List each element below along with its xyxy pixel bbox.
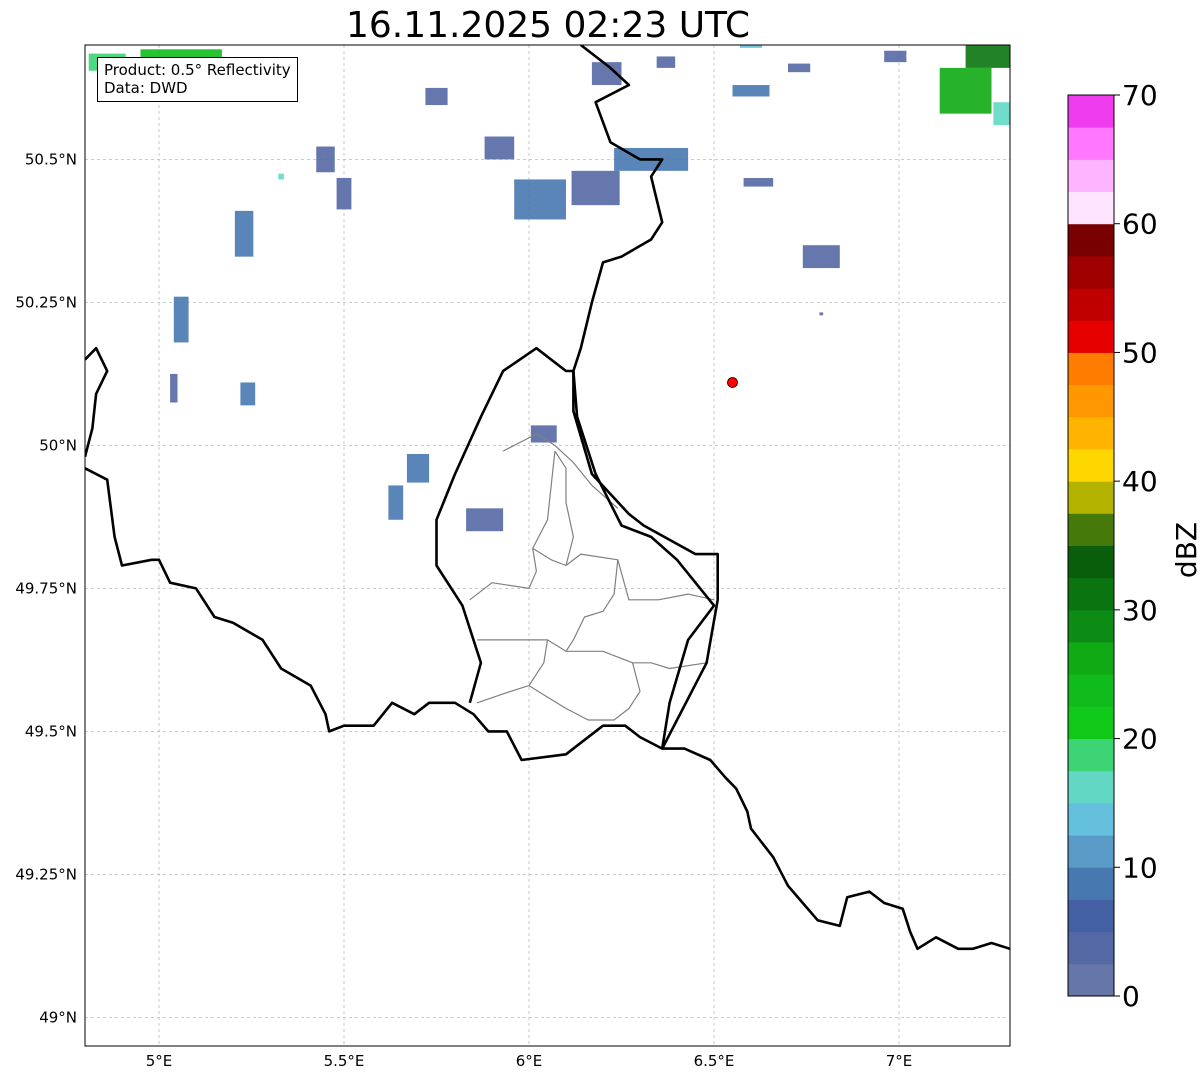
colorbar: 0 10 20 30 40 50 60 70 xyxy=(1067,80,1158,1013)
colorbar-band xyxy=(1068,867,1114,900)
radar-echo xyxy=(173,296,189,343)
radar-echo xyxy=(234,210,254,257)
radar-echo xyxy=(732,85,770,97)
radar-echo xyxy=(819,312,824,316)
radar-echo xyxy=(336,177,352,210)
colorbar-title: dBZ xyxy=(1170,522,1202,578)
colorbar-band xyxy=(1068,320,1114,353)
radar-echo xyxy=(278,173,284,180)
y-tick-label: 49.25°N xyxy=(15,865,77,883)
radar-echo xyxy=(802,245,840,269)
x-axis-ticks: 5°E 5.5°E 6°E 6.5°E 7°E xyxy=(146,1052,913,1070)
radar-echo xyxy=(406,453,430,483)
colorbar-ticks: 0 10 20 30 40 50 60 70 xyxy=(1114,80,1158,1013)
radar-echo xyxy=(788,63,811,73)
colorbar-band xyxy=(1068,545,1114,579)
colorbar-band xyxy=(1068,191,1114,225)
radar-echo xyxy=(466,508,504,532)
colorbar-band xyxy=(1068,899,1114,933)
radar-echo xyxy=(316,146,335,173)
radar-echo xyxy=(530,425,557,443)
x-tick-label: 5°E xyxy=(146,1052,173,1070)
colorbar-band xyxy=(1068,384,1114,418)
y-tick-label: 50°N xyxy=(39,436,77,454)
colorbar-band xyxy=(1068,770,1114,804)
colorbar-band xyxy=(1068,513,1114,546)
x-tick-label: 6°E xyxy=(516,1052,543,1070)
location-marker xyxy=(727,377,738,388)
colorbar-band xyxy=(1068,609,1114,643)
radar-echo xyxy=(743,177,774,187)
colorbar-band xyxy=(1068,159,1114,193)
colorbar-band xyxy=(1068,95,1114,128)
radar-echo xyxy=(388,485,404,520)
x-tick-label: 6.5°E xyxy=(694,1052,735,1070)
y-tick-label: 49°N xyxy=(39,1008,77,1026)
radar-echo xyxy=(571,170,620,206)
radar-echo xyxy=(965,45,1010,68)
colorbar-tick-label: 60 xyxy=(1122,208,1158,241)
y-tick-label: 50.5°N xyxy=(25,150,77,168)
colorbar-band xyxy=(1068,835,1114,868)
product-info-box: Product: 0.5° Reflectivity Data: DWD xyxy=(97,57,298,102)
data-source-label: Data: DWD xyxy=(104,79,188,97)
colorbar-tick-label: 40 xyxy=(1122,465,1158,498)
location-marker-layer xyxy=(727,377,738,388)
x-tick-label: 5.5°E xyxy=(324,1052,365,1070)
colorbar-band xyxy=(1068,223,1114,257)
colorbar-band xyxy=(1068,706,1114,740)
radar-echo xyxy=(993,102,1010,126)
colorbar-band xyxy=(1068,448,1114,482)
colorbar-band xyxy=(1068,127,1114,160)
y-tick-label: 49.5°N xyxy=(25,722,77,740)
colorbar-band xyxy=(1068,674,1114,707)
x-tick-label: 7°E xyxy=(886,1052,913,1070)
radar-echo xyxy=(656,56,676,68)
product-label: Product: 0.5° Reflectivity xyxy=(104,61,291,79)
radar-map[interactable]: 5°E 5.5°E 6°E 6.5°E 7°E 49°N 49.25°N 49.5°N 49.… xyxy=(0,0,1202,1081)
colorbar-tick-label: 20 xyxy=(1122,723,1158,756)
radar-echo xyxy=(240,382,256,406)
radar-echo xyxy=(884,50,907,63)
colorbar-band xyxy=(1068,642,1114,675)
colorbar-band xyxy=(1068,481,1114,514)
y-tick-label: 49.75°N xyxy=(15,579,77,597)
radar-echo xyxy=(939,67,992,114)
y-tick-label: 50.25°N xyxy=(15,293,77,311)
colorbar-band xyxy=(1068,255,1114,289)
colorbar-bands xyxy=(1068,95,1114,997)
colorbar-band xyxy=(1068,288,1114,321)
colorbar-band xyxy=(1068,738,1114,772)
colorbar-tick-label: 70 xyxy=(1122,80,1158,112)
colorbar-tick-label: 50 xyxy=(1122,336,1158,369)
colorbar-band xyxy=(1068,416,1114,450)
radar-echo xyxy=(514,179,566,220)
colorbar-tick-label: 0 xyxy=(1122,980,1140,1013)
radar-echo xyxy=(170,373,178,403)
colorbar-band xyxy=(1068,352,1114,386)
colorbar-band xyxy=(1068,802,1114,836)
colorbar-band xyxy=(1068,963,1114,997)
radar-echo xyxy=(425,87,448,106)
colorbar-band xyxy=(1068,577,1114,611)
radar-echo xyxy=(484,136,515,160)
colorbar-band xyxy=(1068,931,1114,965)
colorbar-title-wrap: dBZ xyxy=(1170,522,1202,578)
colorbar-tick-label: 30 xyxy=(1122,594,1158,627)
y-axis-ticks: 49°N 49.25°N 49.5°N 49.75°N 50°N 50.25°N 50.5°… xyxy=(15,150,77,1026)
colorbar-tick-label: 10 xyxy=(1122,851,1158,884)
